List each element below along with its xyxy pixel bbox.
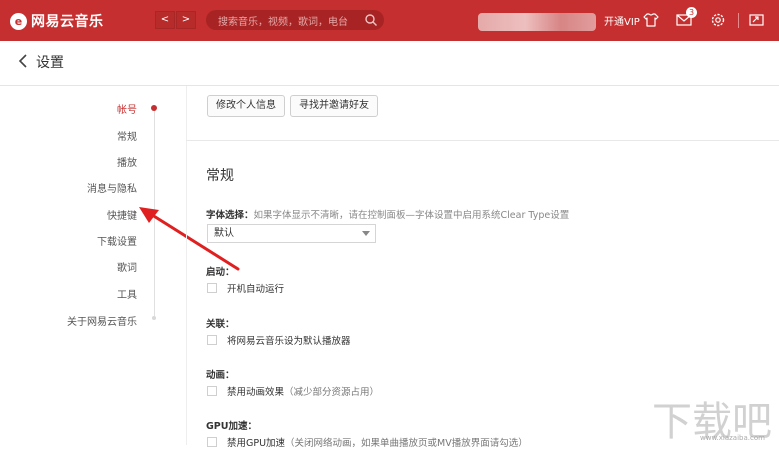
app-logo[interactable]: e 网易云音乐 xyxy=(10,11,104,31)
autostart-label[interactable]: 开机自动运行 xyxy=(227,281,284,295)
nav-item-shortcuts[interactable]: 快捷键 xyxy=(107,207,137,222)
edit-profile-button[interactable]: 修改个人信息 xyxy=(207,95,285,117)
nav-item-messages-privacy[interactable]: 消息与隐私 xyxy=(87,180,137,195)
default-player-label[interactable]: 将网易云音乐设为默认播放器 xyxy=(227,333,351,347)
disable-animation-hint: （减少部分资源占用） xyxy=(284,387,380,398)
back-arrow-icon[interactable] xyxy=(16,52,30,70)
autostart-checkbox[interactable] xyxy=(207,283,217,293)
animation-label: 动画： xyxy=(206,370,235,381)
default-player-checkbox[interactable] xyxy=(207,335,217,345)
disable-gpu-text: 禁用GPU加速 xyxy=(227,438,286,449)
font-select-value: 默认 xyxy=(214,228,234,239)
section-divider xyxy=(186,140,779,141)
gpu-label: GPU加速： xyxy=(206,421,257,432)
disable-animation-label[interactable]: 禁用动画效果（减少部分资源占用） xyxy=(227,384,379,398)
header-divider xyxy=(0,85,779,86)
vip-link[interactable]: 开通VIP xyxy=(604,13,640,28)
nav-item-general[interactable]: 常规 xyxy=(117,128,137,143)
nav-item-playback[interactable]: 播放 xyxy=(117,154,137,169)
skin-icon[interactable] xyxy=(642,11,660,29)
disable-gpu-hint: （关闭网络动画，如果单曲播放页或MV播放界面请勾选） xyxy=(285,438,528,449)
settings-icon[interactable] xyxy=(709,11,727,29)
startup-label: 启动： xyxy=(206,267,235,278)
back-button[interactable]: < xyxy=(155,11,175,29)
association-label: 关联： xyxy=(206,319,235,330)
message-count-badge: 3 xyxy=(686,7,697,18)
nav-item-lyrics[interactable]: 歌词 xyxy=(117,259,137,274)
mini-mode-icon[interactable] xyxy=(748,11,766,29)
font-setting-row: 字体选择：如果字体显示不清晰，请在控制面板—字体设置中启用系统Clear Typ… xyxy=(206,207,569,221)
page-title: 设置 xyxy=(36,55,64,71)
search-box[interactable] xyxy=(206,10,384,34)
nav-item-account[interactable]: 帐号 xyxy=(117,101,137,116)
nav-item-tools[interactable]: 工具 xyxy=(117,286,137,301)
netease-logo-icon: e xyxy=(10,12,27,30)
nav-active-indicator xyxy=(151,105,157,111)
chevron-down-icon xyxy=(362,231,370,236)
toolbar-divider xyxy=(738,13,739,28)
nav-item-download-settings[interactable]: 下载设置 xyxy=(97,233,137,248)
disable-gpu-label[interactable]: 禁用GPU加速（关闭网络动画，如果单曲播放页或MV播放界面请勾选） xyxy=(227,435,528,449)
font-select[interactable]: 默认 xyxy=(207,224,376,243)
invite-friends-button[interactable]: 寻找并邀请好友 xyxy=(290,95,378,117)
disable-gpu-checkbox[interactable] xyxy=(207,437,217,447)
app-title: 网易云音乐 xyxy=(31,14,104,30)
disable-animation-text: 禁用动画效果 xyxy=(227,387,285,398)
forward-button[interactable]: > xyxy=(176,11,196,29)
section-title-general: 常规 xyxy=(206,168,234,184)
font-label: 字体选择： xyxy=(206,210,254,221)
disable-animation-checkbox[interactable] xyxy=(207,386,217,396)
title-bar: e 网易云音乐 < > 开通VIP 3 xyxy=(0,0,779,41)
watermark-url: www.xiazaiba.com xyxy=(700,434,765,442)
nav-end-dot xyxy=(152,316,156,320)
nav-item-about[interactable]: 关于网易云音乐 xyxy=(67,313,137,328)
font-hint: 如果字体显示不清晰，请在控制面板—字体设置中启用系统Clear Type设置 xyxy=(253,210,570,221)
search-input[interactable] xyxy=(216,11,370,34)
user-profile[interactable] xyxy=(478,13,596,31)
search-icon[interactable] xyxy=(364,13,378,27)
